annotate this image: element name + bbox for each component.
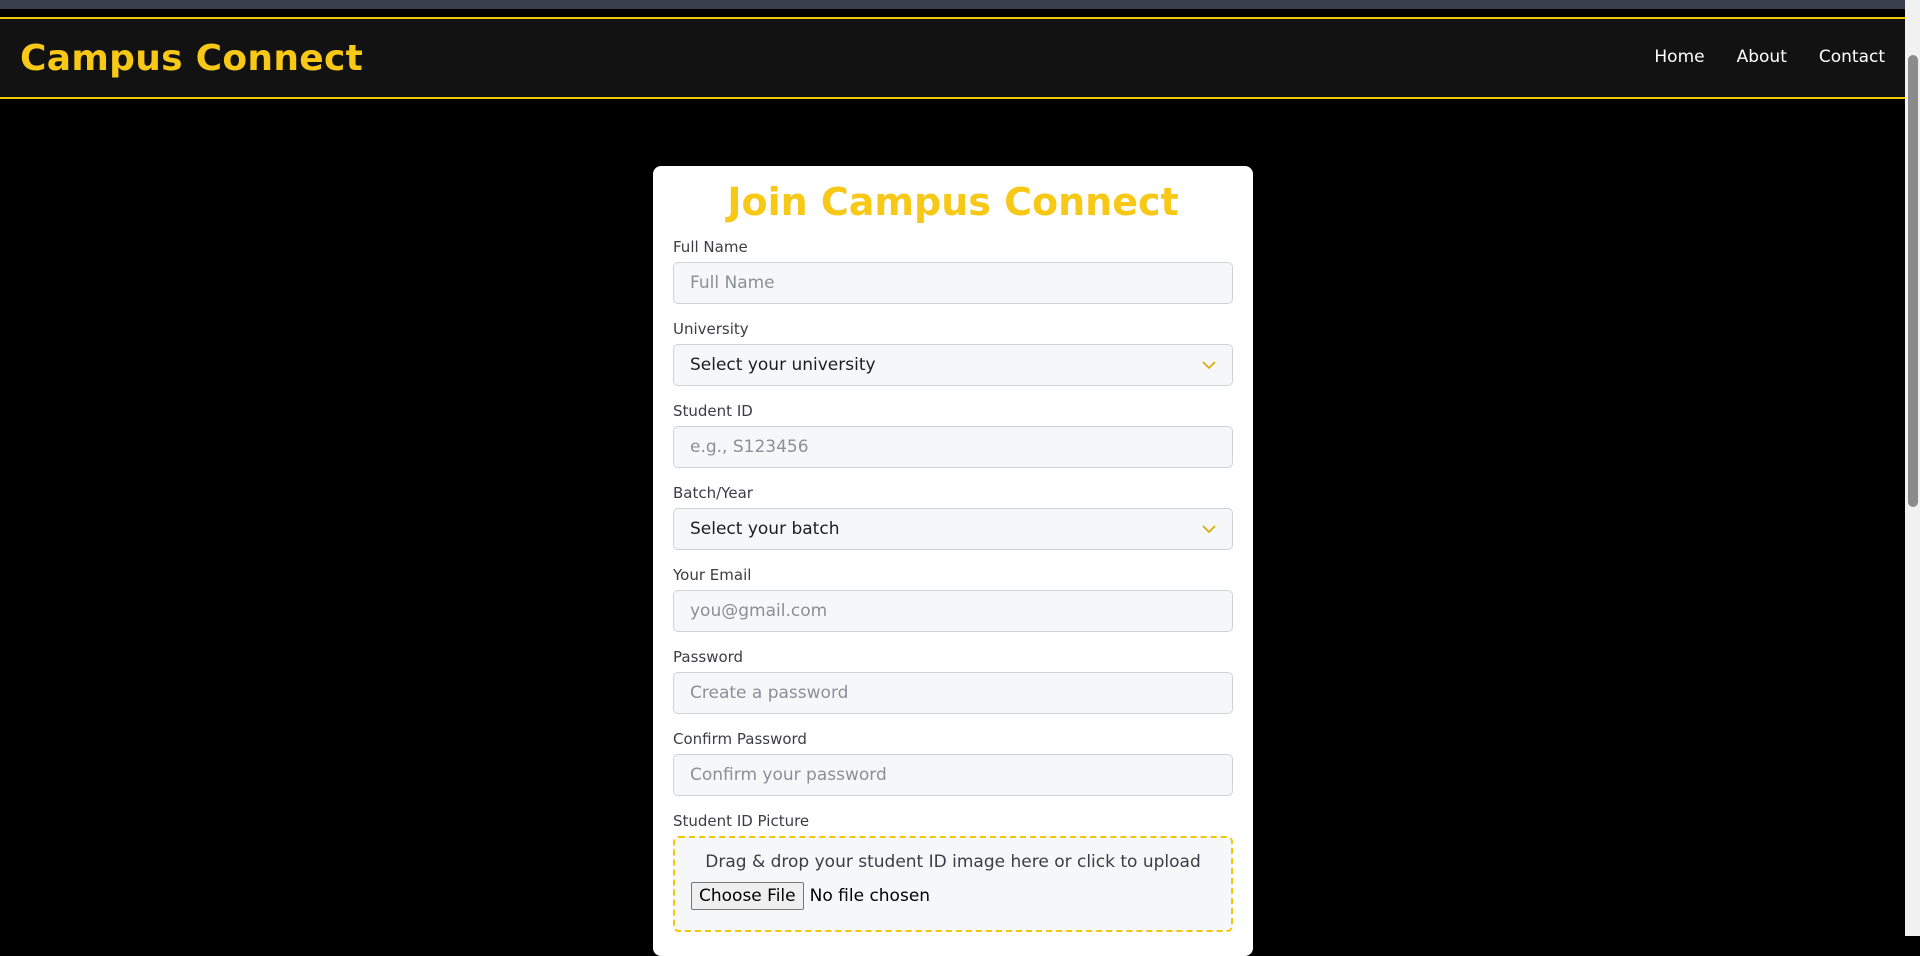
batch-select-value: Select your batch bbox=[690, 519, 840, 539]
chevron-down-icon bbox=[1202, 524, 1216, 534]
password-field: Password bbox=[673, 648, 1233, 714]
id-picture-label: Student ID Picture bbox=[673, 812, 810, 830]
nav-link-home[interactable]: Home bbox=[1654, 47, 1704, 67]
student-id-field: Student ID bbox=[673, 402, 1233, 468]
file-input-row: Choose File No file chosen bbox=[691, 882, 1215, 910]
browser-top-strip bbox=[0, 0, 1905, 9]
id-picture-dropzone[interactable]: Drag & drop your student ID image here o… bbox=[673, 836, 1233, 932]
form-title: Join Campus Connect bbox=[727, 180, 1179, 224]
nav-link-contact[interactable]: Contact bbox=[1819, 47, 1885, 67]
batch-field: Batch/Year Select your batch bbox=[673, 484, 1233, 550]
chevron-down-icon bbox=[1202, 360, 1216, 370]
password-input[interactable] bbox=[673, 672, 1233, 714]
student-id-input[interactable] bbox=[673, 426, 1233, 468]
dropzone-text: Drag & drop your student ID image here o… bbox=[705, 852, 1201, 872]
email-input[interactable] bbox=[673, 590, 1233, 632]
batch-label: Batch/Year bbox=[673, 484, 753, 502]
signup-card: Join Campus Connect Full Name University… bbox=[653, 166, 1253, 956]
navbar: Campus Connect Home About Contact bbox=[0, 17, 1905, 99]
full-name-label: Full Name bbox=[673, 238, 748, 256]
confirm-password-input[interactable] bbox=[673, 754, 1233, 796]
password-label: Password bbox=[673, 648, 744, 666]
confirm-password-field: Confirm Password bbox=[673, 730, 1233, 796]
university-select[interactable]: Select your university bbox=[673, 344, 1233, 386]
full-name-input[interactable] bbox=[673, 262, 1233, 304]
university-label: University bbox=[673, 320, 749, 338]
nav-link-about[interactable]: About bbox=[1737, 47, 1787, 67]
email-label: Your Email bbox=[673, 566, 752, 584]
full-name-field: Full Name bbox=[673, 238, 1233, 304]
choose-file-button[interactable]: Choose File bbox=[691, 882, 804, 910]
id-picture-field: Student ID Picture Drag & drop your stud… bbox=[673, 812, 1233, 932]
confirm-password-label: Confirm Password bbox=[673, 730, 807, 748]
university-select-value: Select your university bbox=[690, 355, 876, 375]
scrollbar-thumb[interactable] bbox=[1908, 55, 1918, 507]
nav-links: Home About Contact bbox=[1654, 47, 1885, 67]
file-status-text: No file chosen bbox=[809, 886, 931, 906]
brand-logo[interactable]: Campus Connect bbox=[20, 38, 363, 79]
batch-select[interactable]: Select your batch bbox=[673, 508, 1233, 550]
email-field: Your Email bbox=[673, 566, 1233, 632]
page-scrollbar[interactable] bbox=[1905, 0, 1920, 936]
university-field: University Select your university bbox=[673, 320, 1233, 386]
student-id-label: Student ID bbox=[673, 402, 753, 420]
